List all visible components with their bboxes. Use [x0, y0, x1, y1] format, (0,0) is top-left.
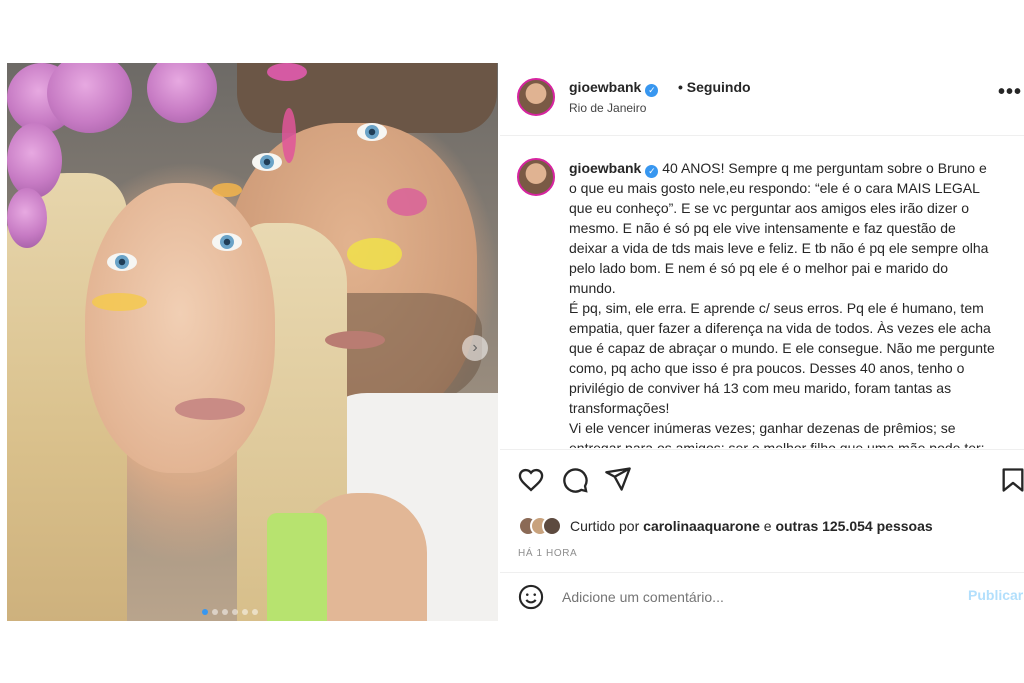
- photo-paint-pink: [282, 108, 296, 163]
- likes-prefix: Curtido por: [570, 518, 640, 534]
- chevron-right-icon: ›: [472, 339, 478, 356]
- save-bookmark-icon[interactable]: [1001, 466, 1024, 494]
- author-username-text[interactable]: gioewbank: [569, 79, 641, 95]
- photo-paint-yellow: [347, 238, 402, 270]
- caption-line: empatia, quer fazer a diferença na vida …: [569, 320, 991, 336]
- caption-line: mundo.: [569, 280, 616, 296]
- photo-flower: [7, 188, 47, 248]
- caption-scroll-area[interactable]: gioewbank ✓ 40 ANOS! Sempre q me pergunta…: [500, 136, 1024, 448]
- carousel-dot: [252, 609, 258, 615]
- photo-woman-lips: [175, 398, 245, 420]
- verified-badge-icon: ✓: [645, 84, 659, 97]
- photo-paint-yellow: [212, 183, 242, 197]
- caption-line: privilégio de conviver há 13 com meu mar…: [569, 380, 952, 396]
- carousel-dot: [212, 609, 218, 615]
- photo-paint-pink: [387, 188, 427, 216]
- caption-username[interactable]: gioewbank: [569, 160, 641, 176]
- photo-paint-yellow: [92, 293, 147, 311]
- caption-line: entregar para os amigos; ser o melhor fi…: [569, 440, 985, 448]
- photo-eye: [252, 153, 282, 171]
- caption-line: como, pq acho que isso é pra poucos. Des…: [569, 360, 965, 376]
- photo-flower: [7, 123, 62, 198]
- post-side-panel: gioewbank ✓ • Seguindo Rio de Janeiro •••…: [500, 63, 1024, 621]
- photo-green-top: [267, 513, 327, 621]
- caption-author-avatar[interactable]: [517, 158, 555, 196]
- liker-avatar[interactable]: [542, 516, 562, 536]
- photo-paint-pink: [267, 63, 307, 81]
- carousel-dot: [202, 609, 208, 615]
- carousel-next-button[interactable]: ›: [462, 335, 488, 361]
- comment-bubble-icon[interactable]: [561, 466, 589, 494]
- more-options-icon[interactable]: •••: [998, 81, 1022, 104]
- author-avatar[interactable]: [517, 78, 555, 116]
- post-timestamp[interactable]: HÁ 1 HORA: [518, 548, 577, 559]
- likes-text: Curtido por carolinaaquarone e outras 12…: [570, 518, 933, 534]
- post-caption: gioewbank ✓ 40 ANOS! Sempre q me pergunta…: [569, 158, 1024, 448]
- caption-line: transformações!: [569, 400, 670, 416]
- post-header: gioewbank ✓ • Seguindo Rio de Janeiro •••: [500, 63, 1024, 136]
- photo-man-lips: [325, 331, 385, 349]
- photo-eye: [357, 123, 387, 141]
- like-heart-icon[interactable]: [517, 466, 545, 494]
- verified-badge-icon: ✓: [645, 165, 659, 178]
- share-send-icon[interactable]: [604, 465, 632, 493]
- caption-line: o que eu mais gosto nele,eu respondo: “e…: [569, 180, 980, 196]
- caption-line: Vi ele vencer inúmeras vezes; ganhar dez…: [569, 420, 956, 436]
- post-photo[interactable]: ›: [7, 63, 498, 621]
- carousel-dot: [232, 609, 238, 615]
- photo-eye: [212, 233, 242, 251]
- likes-summary[interactable]: Curtido por carolinaaquarone e outras 12…: [518, 514, 933, 538]
- carousel-dot: [242, 609, 248, 615]
- caption-line: que é capaz de abraçar o mundo. E ele co…: [569, 340, 995, 356]
- publish-button[interactable]: Publicar: [968, 587, 1023, 603]
- post-actions: Curtido por carolinaaquarone e outras 12…: [500, 449, 1024, 620]
- follow-status[interactable]: • Seguindo: [678, 79, 751, 95]
- caption-line-text: 40 ANOS! Sempre q me perguntam sobre o B…: [662, 160, 987, 176]
- caption-line: que eu conheço”. E se vc perguntar aos a…: [569, 200, 970, 216]
- caption-line: deixar a vida de tds mais leve e feliz. …: [569, 240, 989, 256]
- caption-line: É pq, sim, ele erra. E aprende c/ seus e…: [569, 300, 984, 316]
- author-username[interactable]: gioewbank ✓: [569, 79, 659, 97]
- comment-bar: Publicar: [500, 572, 1024, 621]
- emoji-smiley-icon[interactable]: [517, 583, 545, 611]
- comment-input[interactable]: [560, 585, 944, 609]
- caption-line: mesmo. E não é só pq ele vive intensamen…: [569, 220, 956, 236]
- photo-woman-face: [85, 183, 275, 473]
- carousel-dot: [222, 609, 228, 615]
- likes-conjunction: e: [763, 518, 772, 534]
- likes-user-link[interactable]: carolinaaquarone: [643, 518, 760, 534]
- caption-line-1: gioewbank ✓ 40 ANOS! Sempre q me pergunta…: [569, 158, 1024, 178]
- post-location[interactable]: Rio de Janeiro: [569, 101, 646, 115]
- caption-line: pelo lado bom. E nem é só pq ele é o mel…: [569, 260, 949, 276]
- likes-others-link[interactable]: outras 125.054 pessoas: [775, 518, 932, 534]
- carousel-dots: [202, 609, 258, 615]
- photo-eye: [107, 253, 137, 271]
